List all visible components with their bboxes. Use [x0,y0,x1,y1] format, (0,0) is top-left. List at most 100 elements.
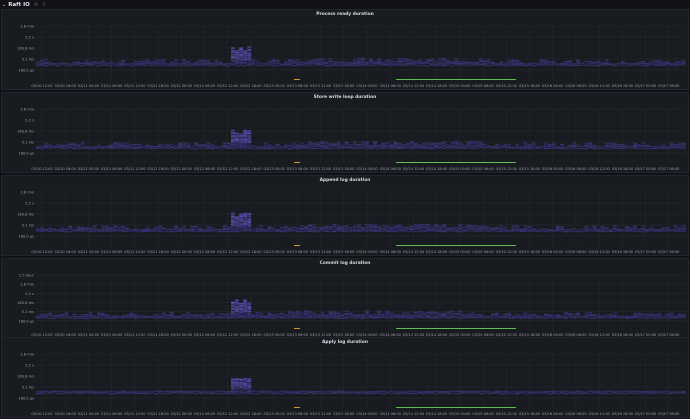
heatmap-cell [304,317,308,319]
heatmap-cell [235,56,239,59]
heatmap-cell [560,230,564,232]
heatmap-cell [356,145,361,148]
x-tick-label: 03/16 12:00 [588,412,609,416]
heatmap-cell [206,317,211,319]
heatmap-cell [352,59,357,61]
heatmap-cell [413,64,418,66]
heatmap-plot[interactable]: 2.8 min5.2 s163.8 ms5.1 ms160.0 µs03/10 … [2,93,690,174]
y-tick-label: 163.8 ms [17,130,34,134]
heatmap-plot[interactable]: 2.8 min5.2 s163.8 ms5.1 ms160.0 µs03/10 … [2,176,690,257]
heatmap-cell [170,228,174,231]
heatmap-cell [117,230,122,232]
heatmap-cell [434,227,438,230]
heatmap-cell [202,61,207,64]
heatmap-cell [551,392,556,394]
heatmap-cell [531,317,536,319]
gear-icon[interactable]: ⚙ [34,2,38,8]
x-tick-label: 03/15 00:00 [449,167,470,171]
heatmap-cell [145,147,150,149]
heatmap-cell [247,384,252,387]
heatmap-cell [279,317,284,319]
chevron-down-icon[interactable]: ⌄ [2,2,6,8]
heatmap-cell [625,225,629,228]
heatmap-cell [231,301,235,303]
heatmap-cell [405,59,410,62]
heatmap-cell [76,62,81,65]
panel-commit-log[interactable]: Commit log duration 1.5 hour 2.8 min 5.2 s… [1,258,689,339]
heatmap-cell [231,382,235,384]
heatmap-cell [194,317,199,319]
heatmap-cell [186,61,191,63]
heatmap-plot[interactable]: 2.8 min5.2 s163.8 ms5.1 ms160.0 µs03/10 … [2,10,690,91]
heatmap-cell [405,392,410,395]
heatmap-cell [523,64,528,67]
panel-append-log[interactable]: Append log duration 2.8 min 5.2 s 163.8 ms… [1,175,689,256]
heatmap-cell [251,390,256,392]
heatmap-cell [226,392,231,394]
heatmap-cell [405,146,410,148]
heatmap-plot[interactable]: 2.8 min5.2 s163.8 ms5.1 ms160.0 µs03/10 … [2,338,690,419]
heatmap-cell [507,230,512,233]
heatmap-cell [596,145,601,148]
heatmap-cell [519,315,524,317]
heatmap-cell [145,391,150,393]
heatmap-cell [235,392,239,395]
x-tick-label: 03/15 18:00 [519,412,540,416]
heatmap-cell [438,390,443,393]
heatmap-cell [324,314,329,316]
heatmap-cell [470,390,475,393]
heatmap-cell [113,317,118,319]
heatmap-cell [669,144,674,146]
heatmap-cell [271,61,276,63]
heatmap-cell [243,312,248,314]
heatmap-cell [612,147,617,149]
heatmap-cell [657,147,662,149]
panel-apply-log[interactable]: Apply log duration 2.8 min 5.2 s 163.8 ms 5… [1,337,689,418]
heatmap-cell [300,61,304,64]
heatmap-cell [491,145,495,148]
heatmap-cell [243,223,248,226]
heatmap-cell [198,230,203,232]
heatmap-cell [604,144,609,146]
heatmap-cell [194,390,199,392]
x-tick-label: 03/13 12:00 [310,167,331,171]
heatmap-cell [673,64,678,67]
heatmap-cell [117,228,122,231]
heatmap-cell [304,62,308,65]
heatmap-cell [673,225,678,227]
x-tick-label: 03/16 06:00 [565,250,586,254]
heatmap-cell [641,230,646,233]
heatmap-cell [417,315,422,317]
heatmap-cell [438,57,443,60]
heatmap-cell [84,230,89,232]
heatmap-cell [373,142,378,145]
heatmap-cell [612,311,617,314]
heatmap-cell [446,64,451,66]
heatmap-cell [450,230,455,232]
heatmap-cell [247,224,252,226]
heatmap-cell [438,63,443,65]
heatmap-cell [324,64,329,67]
heatmap-cell [174,63,178,65]
heatmap-cell [556,227,560,229]
heatmap-cell [657,228,662,231]
row-toggle[interactable]: ⌄ Raft IO [2,2,30,8]
heatmap-cell [495,392,499,394]
x-tick-label: 03/14 00:00 [356,84,377,88]
heatmap-cell [409,141,414,143]
heatmap-cell [291,147,296,149]
drag-handle-icon[interactable]: ⠿ [42,2,46,8]
x-tick-label: 03/15 06:00 [472,167,493,171]
heatmap-cell [133,317,138,319]
heatmap-cell [373,391,378,393]
x-tick-label: 03/15 12:00 [496,250,517,254]
heatmap-cell [137,317,142,319]
heatmap-cell [621,317,625,319]
heatmap-cell [182,60,187,63]
heatmap-plot[interactable]: 1.5 hour2.8 min5.2 s163.8 ms5.1 ms160.0 … [2,259,690,340]
heatmap-cell [101,317,105,319]
panel-process-ready[interactable]: Process ready duration 2.8 min 5.2 s 163.8… [1,9,689,90]
heatmap-cell [511,64,516,66]
panel-store-write-loop[interactable]: Store write loop duration 2.8 min 5.2 s 16… [1,92,689,173]
heatmap-cell [170,316,174,319]
